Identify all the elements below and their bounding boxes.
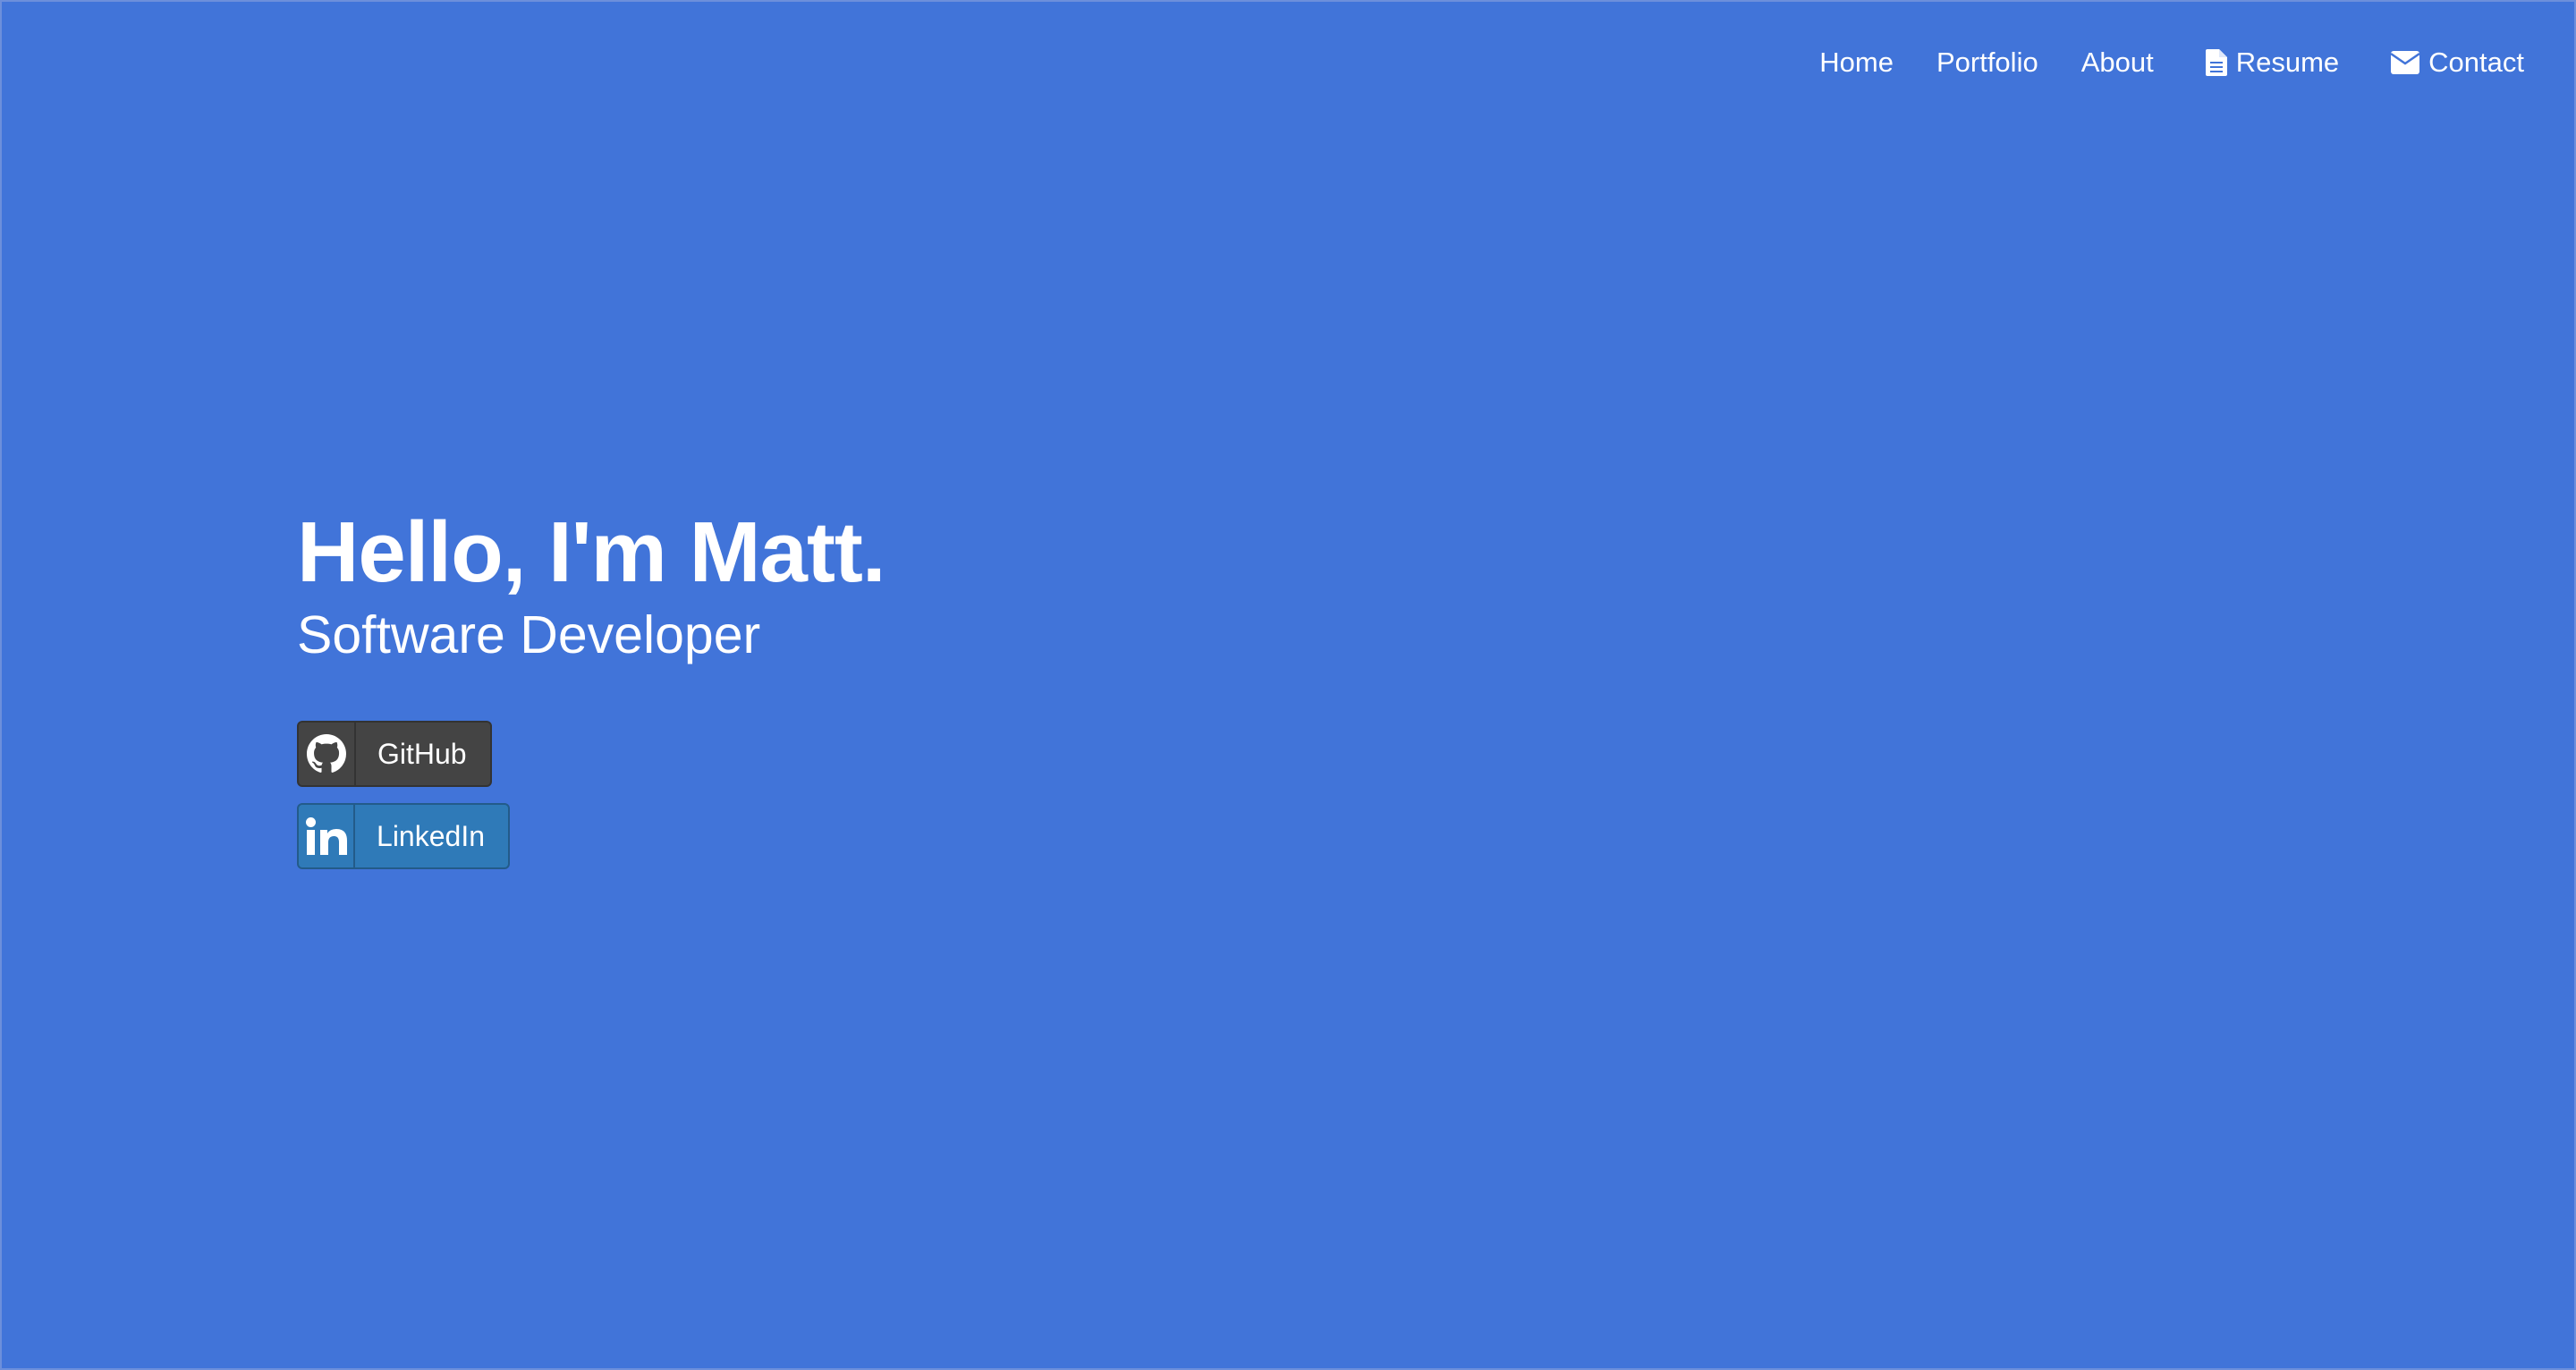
top-nav: Home Portfolio About Resume Contact (1819, 43, 2524, 82)
nav-home-link[interactable]: Home (1819, 43, 1894, 82)
nav-contact-label: Contact (2428, 47, 2524, 78)
hero-subtitle: Software Developer (297, 605, 761, 664)
nav-about-label: About (2080, 47, 2154, 78)
linkedin-button[interactable]: LinkedIn (297, 803, 510, 869)
nav-resume-label: Resume (2235, 47, 2340, 78)
hero-title: Hello, I'm Matt. (297, 504, 886, 600)
nav-portfolio-label: Portfolio (1936, 47, 2038, 78)
github-icon (299, 723, 356, 785)
nav-about-link[interactable]: About (2081, 43, 2154, 82)
page: Home Portfolio About Resume Contact Hell… (0, 0, 2576, 1370)
hero-section: Hello, I'm Matt. Software Developer (297, 503, 886, 667)
nav-resume-link[interactable]: Resume (2205, 43, 2340, 82)
nav-home-label: Home (1819, 47, 1894, 78)
github-button[interactable]: GitHub (297, 721, 492, 787)
linkedin-icon (299, 805, 356, 867)
file-icon (2205, 49, 2227, 76)
linkedin-label: LinkedIn (377, 819, 485, 852)
github-label: GitHub (377, 737, 467, 770)
nav-contact-link[interactable]: Contact (2391, 43, 2524, 82)
envelope-icon (2391, 51, 2420, 74)
nav-portfolio-link[interactable]: Portfolio (1936, 43, 2038, 82)
